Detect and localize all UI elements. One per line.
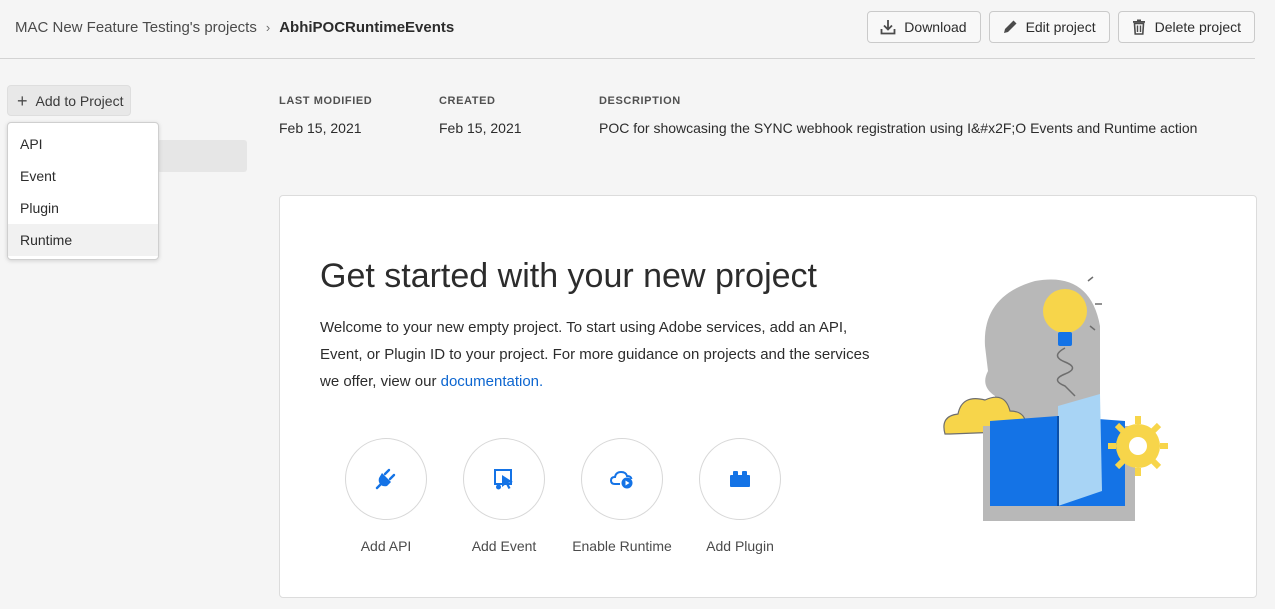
last-modified-label: LAST MODIFIED — [279, 95, 373, 107]
event-icon — [494, 469, 513, 490]
header-actions: Download Edit project Delete project — [867, 11, 1255, 43]
add-plugin-action[interactable]: Add Plugin — [680, 438, 800, 554]
card-title: Get started with your new project — [320, 257, 818, 295]
add-event-circle — [463, 438, 545, 520]
add-event-action[interactable]: Add Event — [444, 438, 564, 554]
edit-project-label: Edit project — [1025, 19, 1096, 35]
add-to-project-menu: API Event Plugin Runtime — [7, 122, 159, 260]
enable-runtime-label: Enable Runtime — [572, 538, 672, 554]
chevron-right-icon: › — [265, 20, 271, 35]
get-started-card: Get started with your new project Welcom… — [279, 195, 1257, 598]
menu-item-api[interactable]: API — [8, 128, 158, 160]
card-description: Welcome to your new empty project. To st… — [320, 314, 880, 395]
download-button[interactable]: Download — [867, 11, 981, 43]
documentation-link[interactable]: documentation. — [441, 373, 544, 390]
add-to-project-button[interactable]: + Add to Project — [7, 85, 131, 116]
description-value: POC for showcasing the SYNC webhook regi… — [599, 120, 1198, 136]
add-to-project-label: Add to Project — [35, 92, 124, 109]
meta-created: CREATED Feb 15, 2021 — [439, 95, 522, 137]
plugin-block-icon — [730, 471, 750, 487]
add-api-label: Add API — [360, 538, 412, 554]
pencil-icon — [1003, 20, 1017, 33]
menu-item-runtime[interactable]: Runtime — [8, 224, 158, 256]
enable-runtime-action[interactable]: Enable Runtime — [562, 438, 682, 554]
add-plugin-label: Add Plugin — [706, 538, 774, 554]
menu-item-event[interactable]: Event — [8, 160, 158, 192]
delete-project-button[interactable]: Delete project — [1117, 11, 1255, 43]
plug-icon — [375, 468, 396, 490]
created-value: Feb 15, 2021 — [439, 120, 522, 136]
meta-last-modified: LAST MODIFIED Feb 15, 2021 — [279, 95, 372, 137]
breadcrumb-parent-link[interactable]: MAC New Feature Testing's projects — [15, 19, 257, 37]
menu-item-plugin[interactable]: Plugin — [8, 192, 158, 224]
edit-project-button[interactable]: Edit project — [988, 11, 1110, 43]
download-icon — [880, 20, 896, 35]
download-label: Download — [904, 19, 967, 35]
project-illustration — [943, 276, 1168, 521]
last-modified-value: Feb 15, 2021 — [279, 120, 362, 136]
add-plugin-circle — [699, 438, 781, 520]
page-header: MAC New Feature Testing's projects › Abh… — [0, 0, 1255, 59]
delete-project-label: Delete project — [1154, 19, 1241, 35]
add-api-circle — [345, 438, 427, 520]
plus-icon: + — [17, 90, 28, 111]
project-page: MAC New Feature Testing's projects › Abh… — [0, 0, 1275, 609]
cloud-runtime-icon — [609, 470, 633, 489]
add-api-action[interactable]: Add API — [326, 438, 446, 554]
breadcrumb: MAC New Feature Testing's projects › Abh… — [15, 19, 454, 37]
left-nav-selected-item[interactable] — [157, 140, 247, 172]
add-event-label: Add Event — [471, 538, 537, 554]
trash-icon — [1132, 19, 1145, 35]
card-description-text: Welcome to your new empty project. To st… — [320, 319, 870, 390]
enable-runtime-circle — [581, 438, 663, 520]
meta-description: DESCRIPTION POC for showcasing the SYNC … — [599, 95, 1197, 137]
description-label: DESCRIPTION — [599, 95, 681, 107]
breadcrumb-current: AbhiPOCRuntimeEvents — [279, 19, 455, 36]
created-label: CREATED — [439, 95, 496, 107]
